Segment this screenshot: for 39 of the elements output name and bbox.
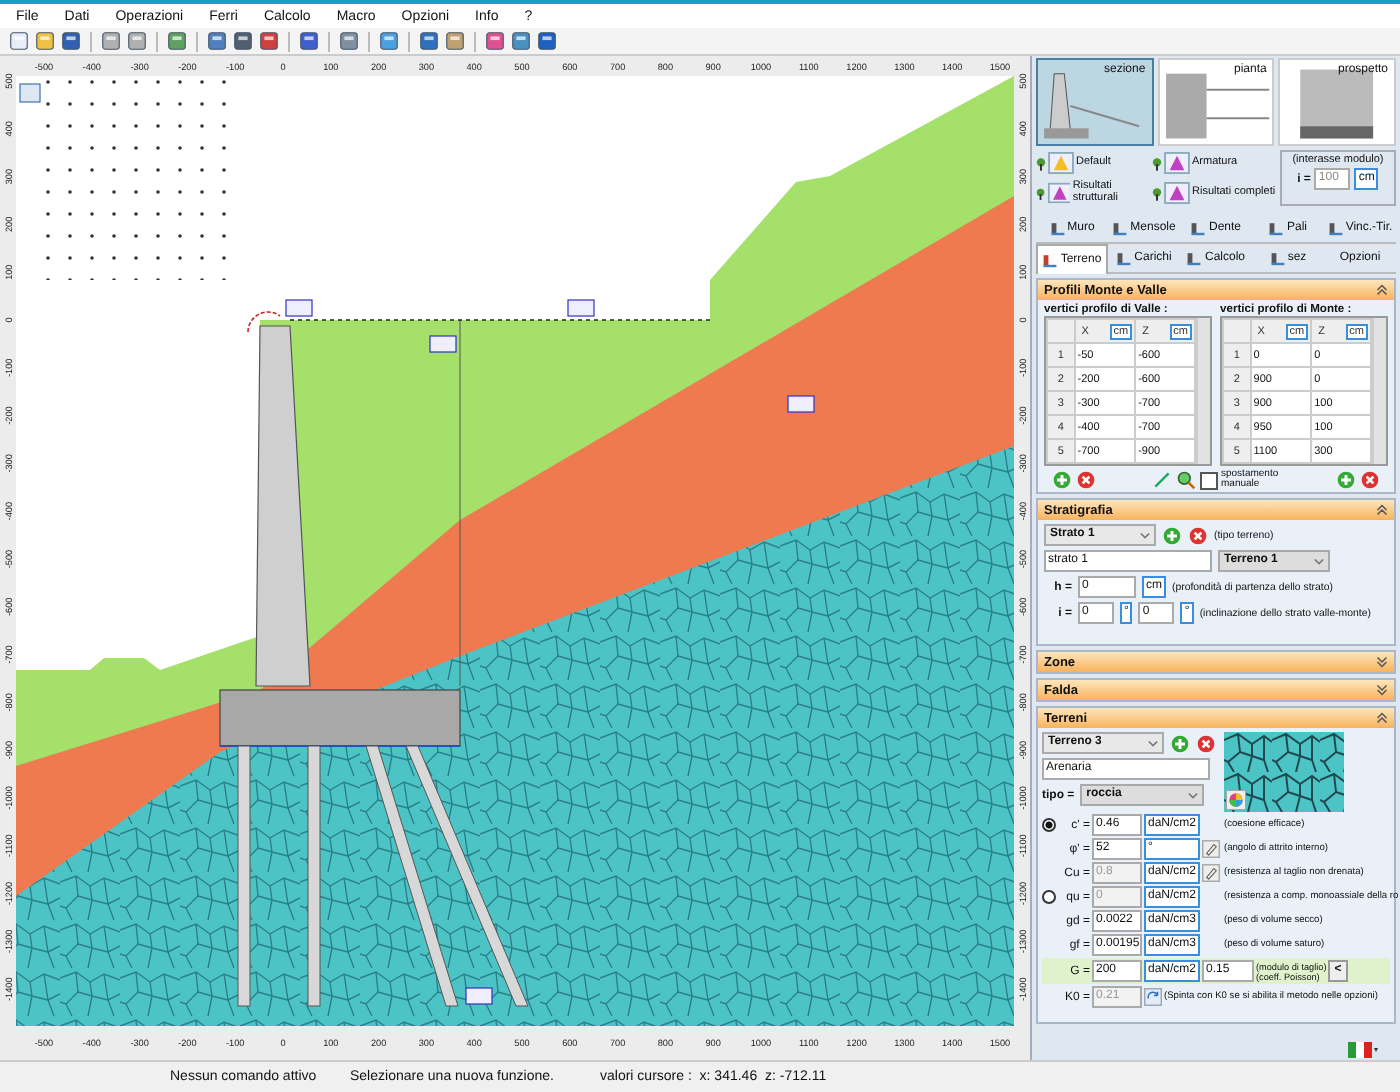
dropdown-caret-icon [1188, 791, 1199, 800]
collapse-icon[interactable] [1376, 712, 1388, 725]
add-icon[interactable] [1170, 733, 1190, 754]
pin-icon[interactable] [1036, 185, 1046, 202]
rock-texture-preview [1224, 732, 1344, 813]
pin-icon[interactable] [1152, 155, 1162, 172]
remove-icon[interactable] [1360, 470, 1380, 491]
add-icon[interactable] [1336, 470, 1356, 491]
results-icon[interactable] [1164, 152, 1190, 175]
zoom-tool-icon[interactable] [1175, 470, 1195, 491]
pin-icon[interactable] [1152, 185, 1162, 202]
radio-button[interactable] [1042, 818, 1056, 833]
refresh-icon[interactable] [1144, 988, 1162, 1007]
expand-icon[interactable] [1376, 656, 1388, 669]
load-marker-icon[interactable] [429, 335, 457, 353]
remove-icon[interactable] [1076, 470, 1096, 491]
language-flag-icon[interactable] [1348, 1042, 1380, 1059]
dropdown-caret-icon [1314, 557, 1324, 566]
load-marker-icon[interactable] [285, 299, 313, 317]
remove-icon[interactable] [1196, 733, 1216, 754]
scrollbar[interactable] [1196, 318, 1210, 465]
dropdown-caret-icon [1148, 739, 1158, 748]
expand-icon[interactable] [1376, 684, 1388, 697]
scrollbar[interactable] [1372, 318, 1386, 465]
dropdown-caret-icon [1140, 531, 1150, 540]
load-marker-icon[interactable] [787, 395, 815, 413]
rotation-arc [247, 311, 281, 334]
add-icon[interactable] [1162, 525, 1182, 546]
checkbox[interactable] [1199, 471, 1217, 490]
collapse-icon[interactable] [1376, 504, 1388, 517]
load-marker-icon[interactable] [465, 987, 493, 1005]
collapse-icon[interactable] [1376, 284, 1388, 297]
results-icon[interactable] [1164, 182, 1190, 205]
add-icon[interactable] [1052, 470, 1072, 491]
remove-icon[interactable] [1188, 525, 1208, 546]
line-tool-icon[interactable] [1151, 470, 1171, 491]
pin-icon[interactable] [1036, 155, 1046, 172]
results-icon[interactable] [1047, 182, 1071, 205]
load-marker-icon[interactable] [567, 299, 595, 317]
